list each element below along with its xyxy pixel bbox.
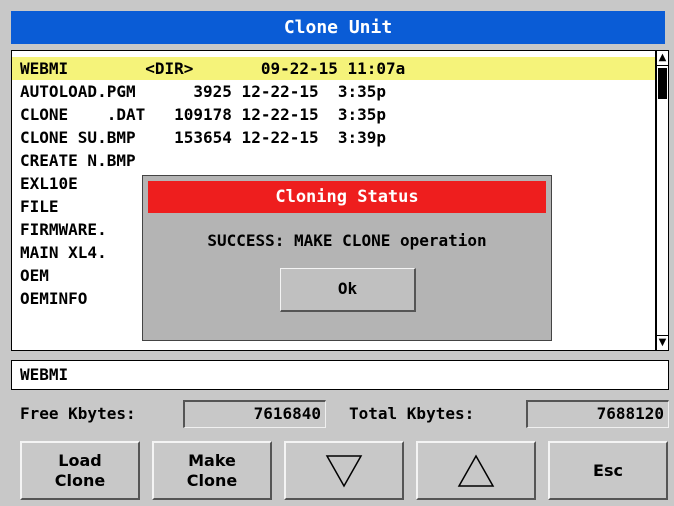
load-clone-button[interactable]: Load Clone bbox=[20, 441, 140, 500]
file-row[interactable]: CLONE .DAT 109178 12-22-15 3:35p bbox=[20, 103, 386, 126]
make-clone-label-line2: Clone bbox=[186, 470, 238, 490]
window-title: Clone Unit bbox=[11, 11, 665, 44]
free-kbytes-value: 7616840 bbox=[183, 400, 326, 428]
scroll-up-arrow-icon[interactable]: ▲ bbox=[657, 51, 668, 66]
triangle-up-icon bbox=[457, 453, 495, 487]
triangle-down-icon bbox=[325, 454, 363, 488]
dialog-message: SUCCESS: MAKE CLONE operation bbox=[207, 231, 487, 250]
total-kbytes-label: Total Kbytes: bbox=[349, 404, 475, 423]
make-clone-button[interactable]: Make Clone bbox=[152, 441, 272, 500]
file-row[interactable]: MAIN XL4. bbox=[20, 241, 107, 264]
file-row[interactable]: CREATE N.BMP bbox=[20, 149, 136, 172]
file-row-selected[interactable]: WEBMI <DIR> 09-22-15 11:07a bbox=[12, 57, 655, 80]
file-list-scrollbar[interactable]: ▲ ▼ bbox=[656, 50, 669, 351]
scroll-up-button[interactable] bbox=[416, 441, 536, 500]
dialog-title: Cloning Status bbox=[148, 181, 546, 213]
file-row[interactable]: FILE bbox=[20, 195, 59, 218]
make-clone-label-line1: Make bbox=[188, 450, 236, 470]
file-row[interactable]: AUTOLOAD.PGM 3925 12-22-15 3:35p bbox=[20, 80, 386, 103]
scroll-thumb[interactable] bbox=[658, 68, 667, 99]
file-row[interactable]: OEM bbox=[20, 264, 49, 287]
file-row[interactable]: FIRMWARE. bbox=[20, 218, 107, 241]
file-row[interactable]: CLONE SU.BMP 153654 12-22-15 3:39p bbox=[20, 126, 386, 149]
total-kbytes-value: 7688120 bbox=[526, 400, 669, 428]
file-row[interactable]: OEMINFO bbox=[20, 287, 87, 310]
load-clone-label-line1: Load bbox=[58, 450, 102, 470]
scroll-down-arrow-icon[interactable]: ▼ bbox=[657, 335, 668, 350]
cloning-status-dialog: Cloning Status SUCCESS: MAKE CLONE opera… bbox=[142, 175, 552, 341]
current-path: WEBMI bbox=[11, 360, 669, 390]
ok-button[interactable]: Ok bbox=[280, 268, 416, 312]
scroll-down-button[interactable] bbox=[284, 441, 404, 500]
load-clone-label-line2: Clone bbox=[54, 470, 106, 490]
file-row[interactable]: EXL10E bbox=[20, 172, 78, 195]
free-kbytes-label: Free Kbytes: bbox=[20, 404, 136, 423]
esc-button[interactable]: Esc bbox=[548, 441, 668, 500]
